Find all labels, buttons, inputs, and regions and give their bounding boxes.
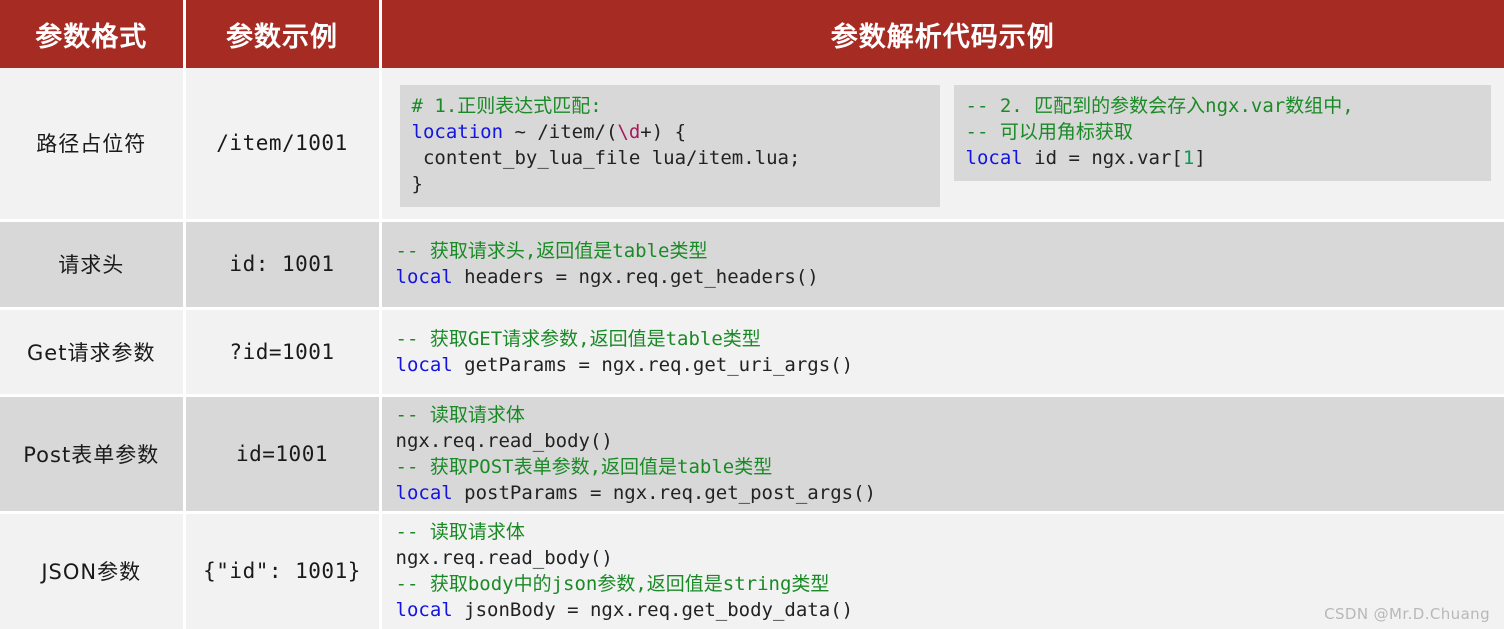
code-area: -- 获取GET请求参数,返回值是table类型 local getParams … xyxy=(382,324,1504,380)
cell-parse-code: -- 获取请求头,返回值是table类型 local headers = ngx.… xyxy=(380,220,1504,310)
code-line: -- 获取请求头,返回值是table类型 xyxy=(396,238,819,264)
cell-param-example: {"id": 1001} xyxy=(184,512,382,629)
code-token-comment: -- 获取GET请求参数,返回值是table类型 xyxy=(395,327,761,350)
code-token-kw: local xyxy=(395,266,453,288)
code-line: local getParams = ngx.req.get_uri_args() xyxy=(396,352,854,378)
code-line: } xyxy=(412,171,928,197)
code-line: -- 获取body中的json参数,返回值是string类型 xyxy=(396,571,854,597)
code-area: -- 获取请求头,返回值是table类型 local headers = ngx.… xyxy=(382,236,1504,292)
code-token-plain: } xyxy=(411,173,423,196)
parameter-parsing-table: 参数格式 参数示例 参数解析代码示例 路径占位符/item/1001 # 1.正则… xyxy=(0,0,1504,629)
code-token-plain: content_by_lua_file lua/item.lua; xyxy=(411,147,801,170)
code-line: -- 读取请求体 xyxy=(396,402,876,428)
code-line: # 1.正则表达式匹配: xyxy=(412,93,928,119)
code-token-comment: -- 获取请求头,返回值是table类型 xyxy=(395,240,708,262)
code-token-kw: local xyxy=(395,353,453,376)
table-body: 路径占位符/item/1001 # 1.正则表达式匹配: location ~ /i… xyxy=(0,68,1504,629)
column-header-param-format: 参数格式 xyxy=(0,0,186,68)
code-line: -- 获取POST表单参数,返回值是table类型 xyxy=(396,454,876,480)
code-token-kw: local xyxy=(965,147,1023,170)
code-token-comment: -- 获取body中的json参数,返回值是string类型 xyxy=(395,573,830,596)
table-row: Get请求参数 ?id=1001 -- 获取GET请求参数,返回值是table类型 l… xyxy=(0,308,1504,397)
column-header-parse-code-example: 参数解析代码示例 xyxy=(380,0,1504,68)
code-block: -- 读取请求体 ngx.req.read_body() -- 获取POST表单参数… xyxy=(382,400,876,508)
column-header-param-example: 参数示例 xyxy=(184,0,382,68)
code-token-comment: -- 获取POST表单参数,返回值是table类型 xyxy=(395,455,773,478)
cell-param-example: ?id=1001 xyxy=(184,308,382,397)
code-token-comment: -- 可以用角标获取 xyxy=(965,121,1133,144)
code-line: content_by_lua_file lua/item.lua; xyxy=(412,145,928,171)
code-token-plain: ] xyxy=(1194,147,1206,170)
cell-param-example: id: 1001 xyxy=(184,220,382,310)
code-area: -- 读取请求体 ngx.req.read_body() -- 获取POST表单参数… xyxy=(382,400,1504,508)
code-token-kw: local xyxy=(395,599,453,622)
code-token-plain: postParams = ngx.req.get_post_args() xyxy=(452,481,876,504)
cell-param-format: Post表单参数 xyxy=(0,395,186,514)
cell-parse-code: -- 读取请求体 ngx.req.read_body() -- 获取body中的js… xyxy=(380,512,1504,629)
table-header: 参数格式 参数示例 参数解析代码示例 xyxy=(0,0,1504,68)
code-block: -- 获取请求头,返回值是table类型 local headers = ngx.… xyxy=(382,236,819,292)
code-token-plain: jsonBody = ngx.req.get_body_data() xyxy=(452,599,854,622)
code-token-comment: # 1.正则表达式匹配: xyxy=(411,95,602,118)
cell-param-format: 路径占位符 xyxy=(0,68,186,222)
cell-parse-code: # 1.正则表达式匹配: location ~ /item/(\d+) { con… xyxy=(380,68,1504,222)
code-line: location ~ /item/(\d+) { xyxy=(412,119,928,145)
table-row: 请求头 id: 1001 -- 获取请求头,返回值是table类型 local hea… xyxy=(0,220,1504,310)
table-row: 路径占位符/item/1001 # 1.正则表达式匹配: location ~ /i… xyxy=(0,68,1504,222)
code-token-comment: -- 读取请求体 xyxy=(395,521,525,544)
code-line: local postParams = ngx.req.get_post_args… xyxy=(396,480,876,506)
code-line: -- 读取请求体 xyxy=(396,519,854,545)
code-token-kw: location xyxy=(411,121,504,144)
code-token-plain: id = ngx.var[ xyxy=(1022,147,1183,170)
code-token-plain: ~ /item/( xyxy=(503,121,618,144)
cell-param-format: JSON参数 xyxy=(0,512,186,629)
cell-parse-code: -- 读取请求体 ngx.req.read_body() -- 获取POST表单参数… xyxy=(380,395,1504,514)
code-block: -- 2. 匹配到的参数会存入ngx.var数组中, -- 可以用角标获取 loca… xyxy=(953,85,1491,182)
code-line: -- 2. 匹配到的参数会存入ngx.var数组中, xyxy=(966,93,1479,119)
code-block: -- 读取请求体 ngx.req.read_body() -- 获取body中的js… xyxy=(382,517,854,625)
code-token-plain: getParams = ngx.req.get_uri_args() xyxy=(452,353,854,376)
cell-parse-code: -- 获取GET请求参数,返回值是table类型 local getParams … xyxy=(380,308,1504,397)
cell-param-format: 请求头 xyxy=(0,220,186,310)
code-token-plain: +) { xyxy=(640,121,687,144)
code-line: local headers = ngx.req.get_headers() xyxy=(396,264,819,290)
code-line: local id = ngx.var[1] xyxy=(966,145,1479,171)
code-block: # 1.正则表达式匹配: location ~ /item/(\d+) { con… xyxy=(399,85,940,208)
code-line: -- 获取GET请求参数,返回值是table类型 xyxy=(396,326,854,352)
code-line: local jsonBody = ngx.req.get_body_data() xyxy=(396,597,854,623)
code-token-num: 1 xyxy=(1182,147,1195,170)
parameter-parsing-table-container: 参数格式 参数示例 参数解析代码示例 路径占位符/item/1001 # 1.正则… xyxy=(0,0,1504,629)
code-token-plain: headers = ngx.req.get_headers() xyxy=(452,266,819,288)
code-token-comment: -- 读取请求体 xyxy=(395,403,525,426)
code-area: # 1.正则表达式匹配: location ~ /item/(\d+) { con… xyxy=(382,79,1504,208)
code-token-regex: \d xyxy=(617,121,641,144)
code-line: -- 可以用角标获取 xyxy=(966,119,1479,145)
cell-param-example: id=1001 xyxy=(184,395,382,514)
code-token-comment: -- 2. 匹配到的参数会存入ngx.var数组中, xyxy=(965,95,1354,118)
cell-param-example: /item/1001 xyxy=(184,68,382,222)
code-token-plain: ngx.req.read_body() xyxy=(395,547,613,570)
code-token-plain: ngx.req.read_body() xyxy=(395,429,613,452)
table-header-row: 参数格式 参数示例 参数解析代码示例 xyxy=(0,0,1504,68)
table-row: JSON参数 {"id": 1001} -- 读取请求体 ngx.req.read_b… xyxy=(0,512,1504,629)
table-row: Post表单参数 id=1001 -- 读取请求体 ngx.req.read_body… xyxy=(0,395,1504,514)
code-line: ngx.req.read_body() xyxy=(396,428,876,454)
code-line: ngx.req.read_body() xyxy=(396,545,854,571)
code-block: -- 获取GET请求参数,返回值是table类型 local getParams … xyxy=(382,324,854,380)
code-token-kw: local xyxy=(395,481,453,504)
cell-param-format: Get请求参数 xyxy=(0,308,186,397)
code-area: -- 读取请求体 ngx.req.read_body() -- 获取body中的js… xyxy=(382,517,1504,625)
